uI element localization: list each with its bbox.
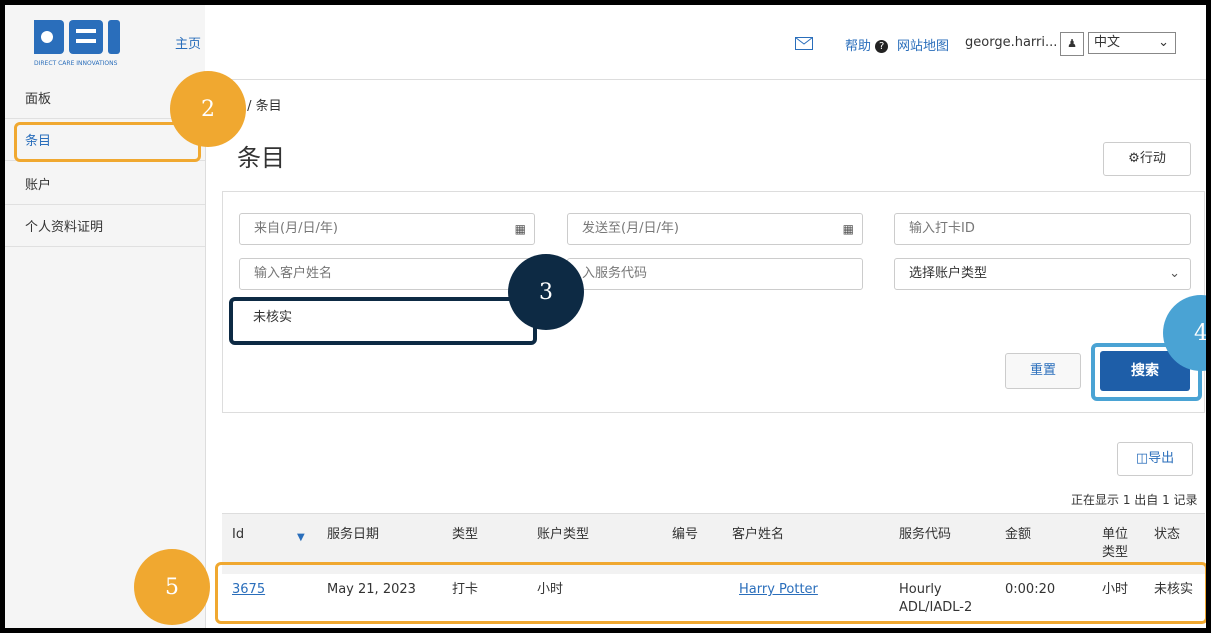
sidebar-item-accounts[interactable]: 账户 [5,167,205,205]
page-title: 条目 [237,144,285,172]
client-name-input[interactable]: 输入客户姓名 [239,258,535,290]
from-date-input[interactable]: 来自(月/日/年) ▦ [239,213,535,245]
punch-id-input[interactable]: 输入打卡ID [894,213,1191,245]
calendar-icon[interactable]: ▦ [515,214,526,244]
highlight-entries [14,122,201,162]
user-icon[interactable]: ♟ [1060,32,1084,56]
column-type[interactable]: 类型 [452,526,478,544]
sort-desc-icon[interactable]: ▼ [297,529,305,547]
highlight-result-row [215,562,1206,624]
export-button[interactable]: ◫导出 [1117,442,1193,476]
reset-button[interactable]: 重置 [1005,353,1081,389]
service-code-input[interactable]: 入服务代码 [567,258,863,290]
sitemap-link[interactable]: 网站地图 [897,35,949,54]
top-bar: 帮助 ? 网站地图 george.harri... ♟ 中文 ⌄ [205,5,1206,80]
column-id[interactable]: Id [232,526,244,544]
callout-3: 3 [508,254,584,330]
column-unit-type[interactable]: 单位类型 [1102,526,1134,562]
calendar-icon[interactable]: ▦ [843,214,854,244]
callout-2: 2 [170,71,246,147]
column-service-code[interactable]: 服务代码 [899,526,951,544]
column-service-date[interactable]: 服务日期 [327,526,379,544]
user-name[interactable]: george.harri... [965,35,1057,50]
app-window: DIRECT CARE INNOVATIONS 主页 面板 条目 账户 个人资料… [0,0,1211,633]
help-icon: ? [875,40,889,53]
column-account-type[interactable]: 账户类型 [537,526,589,544]
gear-icon: ⚙ [1128,151,1140,166]
chevron-down-icon: ⌄ [1158,35,1169,50]
callout-5: 5 [134,549,210,625]
sidebar-item-profile-verification[interactable]: 个人资料证明 [5,209,205,247]
home-link[interactable]: 主页 [175,33,201,52]
language-select[interactable]: 中文 ⌄ [1088,32,1176,54]
export-icon: ◫ [1135,451,1149,466]
account-type-select[interactable]: 选择账户类型 ⌄ [894,258,1191,290]
logo-text: DIRECT CARE INNOVATIONS [34,60,118,67]
mail-icon[interactable] [795,37,813,54]
column-number[interactable]: 编号 [672,526,698,544]
column-amount[interactable]: 金额 [1005,526,1031,544]
help-link[interactable]: 帮助 ? [845,35,889,54]
chevron-down-icon: ⌄ [1169,266,1180,281]
highlight-status-filter [229,297,537,345]
column-status[interactable]: 状态 [1154,526,1180,544]
column-client-name[interactable]: 客户姓名 [732,526,784,544]
dci-logo[interactable]: DIRECT CARE INNOVATIONS [14,15,174,70]
to-date-input[interactable]: 发送至(月/日/年) ▦ [567,213,863,245]
record-count: 正在显示 1 出自 1 记录 [1071,493,1198,507]
actions-button[interactable]: ⚙行动 [1103,142,1191,176]
